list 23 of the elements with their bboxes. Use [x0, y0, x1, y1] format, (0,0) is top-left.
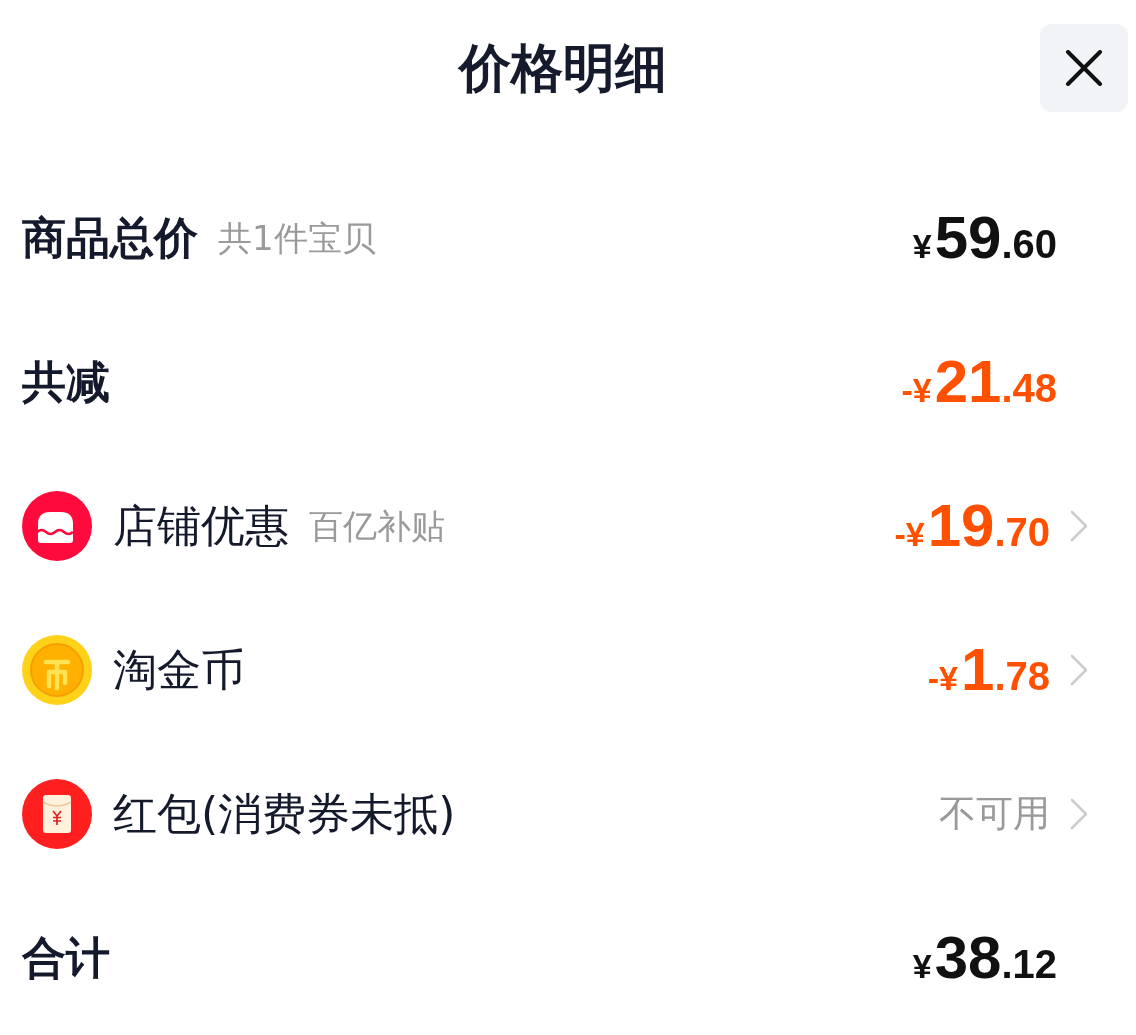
chevron-icon[interactable] [1070, 654, 1088, 686]
row-label: 店铺优惠 [113, 499, 289, 553]
row-label: 共减 [22, 355, 110, 409]
dialog-title: 价格明细 [459, 37, 668, 100]
row-label: 合计 [22, 931, 110, 985]
row-label: 淘金币 [113, 643, 245, 697]
close-icon [1066, 50, 1102, 86]
price-amount: -¥21.48 [901, 349, 1057, 415]
envelope-icon [22, 779, 92, 849]
price-amount: -¥19.70 [894, 493, 1050, 559]
row-note: 百亿补贴 [309, 505, 445, 547]
price-amount: ¥59.60 [912, 205, 1057, 271]
store-icon [22, 491, 92, 561]
row-note: 共1件宝贝 [218, 217, 376, 259]
row-label: 红包(消费券未抵) [113, 787, 456, 841]
chevron-icon[interactable] [1070, 510, 1088, 542]
close-button[interactable] [1040, 24, 1128, 112]
price-amount: -¥1.78 [927, 637, 1050, 703]
chevron-icon[interactable] [1070, 798, 1088, 830]
price-amount: ¥38.12 [912, 925, 1057, 991]
row-label: 商品总价 [22, 211, 198, 265]
coin-icon [22, 635, 92, 705]
status-text: 不可用 [939, 791, 1050, 837]
